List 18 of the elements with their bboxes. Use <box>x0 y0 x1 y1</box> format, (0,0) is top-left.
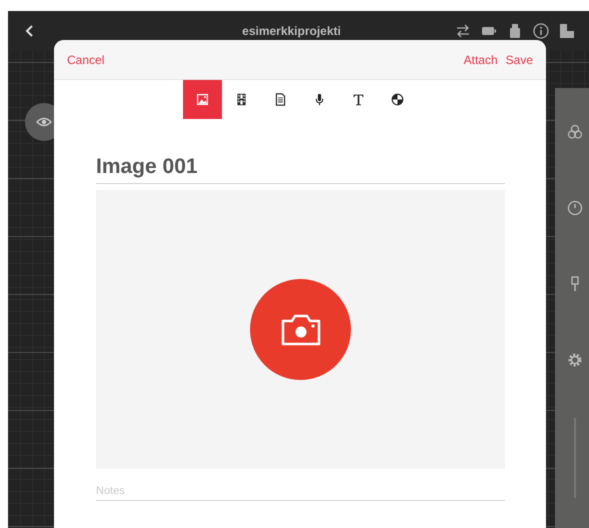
film-icon <box>235 93 248 106</box>
layout-icon[interactable] <box>559 23 575 39</box>
project-title: esimerkkiprojekti <box>241 24 342 38</box>
text-icon <box>352 93 365 106</box>
swap-icon[interactable] <box>455 23 471 39</box>
title-field[interactable]: Image 001 <box>96 155 505 184</box>
settings-icon[interactable] <box>567 352 583 368</box>
pie-icon <box>391 93 404 106</box>
action-button[interactable]: Save <box>506 50 533 68</box>
cancel-button[interactable]: Cancel <box>67 50 104 68</box>
document-icon <box>274 93 287 106</box>
clock-icon[interactable] <box>567 200 583 216</box>
microphone-icon <box>313 93 326 106</box>
action-button[interactable]: Attach <box>464 50 498 68</box>
image-icon <box>196 93 209 106</box>
usb-drive-icon[interactable] <box>507 23 523 39</box>
info-icon[interactable] <box>533 23 549 39</box>
circles-icon[interactable] <box>567 124 583 140</box>
